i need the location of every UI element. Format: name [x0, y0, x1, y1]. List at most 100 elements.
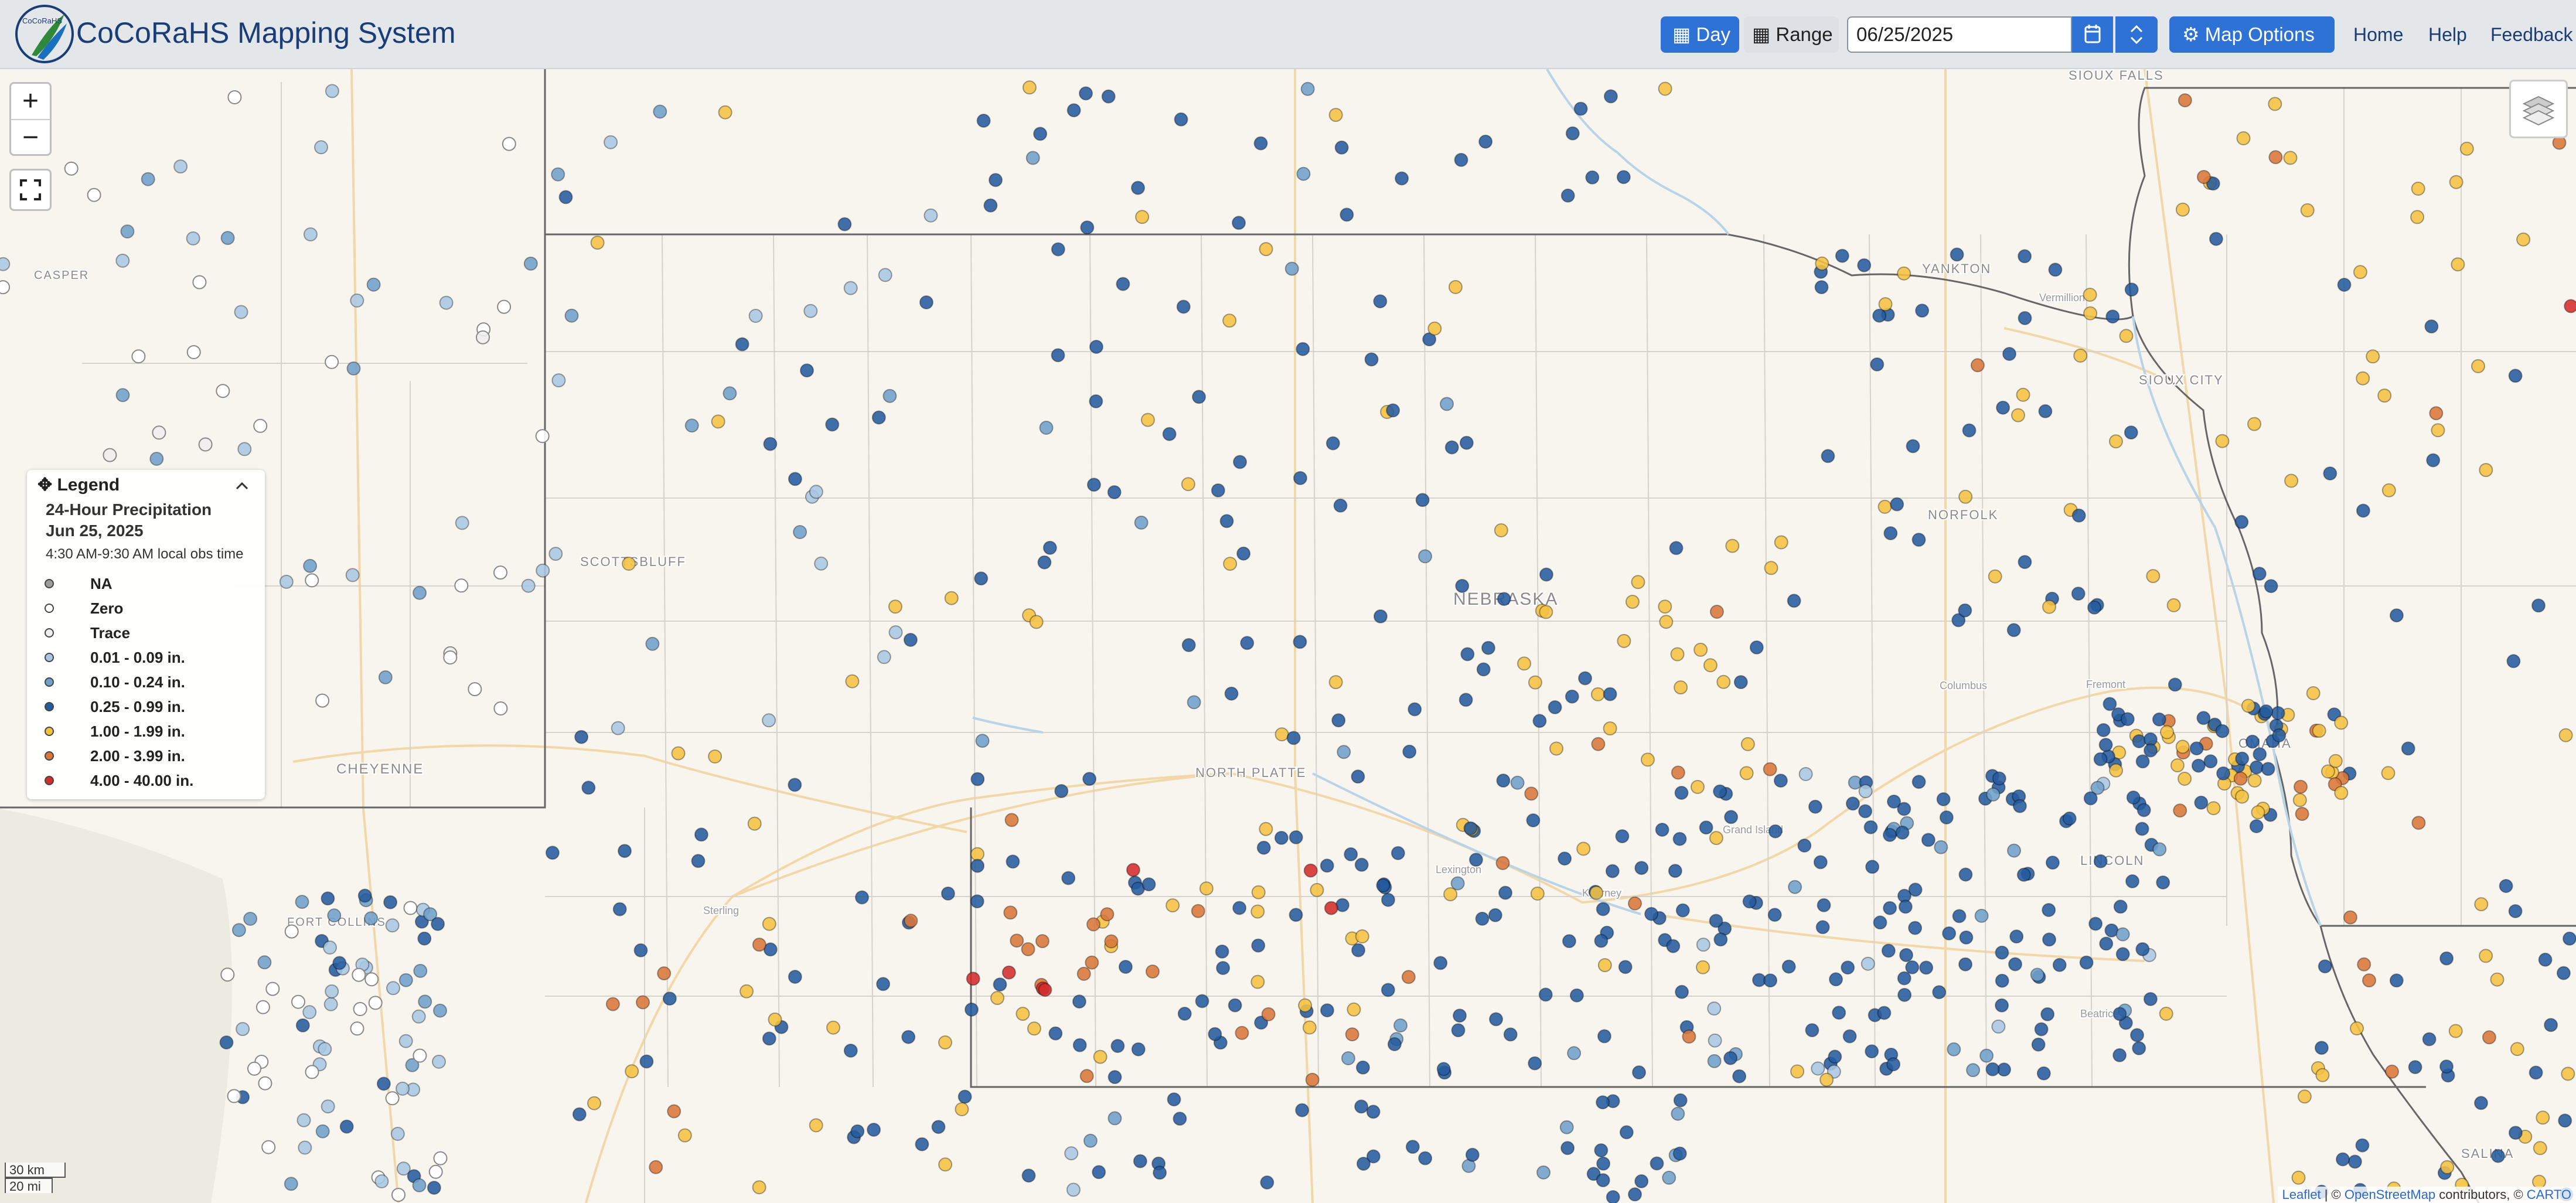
station-marker[interactable] [1489, 1012, 1503, 1027]
station-marker[interactable] [364, 911, 379, 926]
station-marker[interactable] [1061, 871, 1076, 885]
station-marker[interactable] [1567, 1046, 1582, 1061]
carto-link[interactable]: CARTO [2527, 1187, 2571, 1202]
station-marker[interactable] [1628, 1187, 1642, 1202]
station-marker[interactable] [1539, 605, 1553, 619]
station-marker[interactable] [882, 388, 897, 403]
station-marker[interactable] [2429, 406, 2444, 421]
station-marker[interactable] [938, 1157, 953, 1172]
station-marker[interactable] [149, 452, 164, 466]
station-marker[interactable] [1080, 220, 1095, 235]
station-marker[interactable] [545, 846, 560, 860]
station-marker[interactable] [385, 918, 400, 933]
station-marker[interactable] [1054, 784, 1069, 798]
station-marker[interactable] [1674, 680, 1688, 695]
station-marker[interactable] [227, 90, 242, 104]
station-marker[interactable] [2563, 931, 2576, 946]
station-marker[interactable] [243, 912, 258, 926]
station-marker[interactable] [1774, 535, 1788, 550]
station-marker[interactable] [1640, 752, 1655, 767]
station-marker[interactable] [1995, 945, 2009, 960]
station-marker[interactable] [2196, 711, 2211, 725]
nav-help-link[interactable]: Help [2428, 16, 2467, 53]
station-marker[interactable] [220, 967, 235, 982]
station-marker[interactable] [1092, 1165, 1106, 1180]
station-marker[interactable] [1079, 1069, 1094, 1083]
station-marker[interactable] [2471, 359, 2485, 373]
station-marker[interactable] [1177, 1007, 1192, 1021]
station-marker[interactable] [1192, 390, 1206, 404]
station-marker[interactable] [2448, 1024, 2463, 1038]
station-marker[interactable] [1104, 934, 1119, 949]
station-marker[interactable] [1658, 599, 1672, 614]
station-marker[interactable] [2558, 1113, 2572, 1128]
station-marker[interactable] [2482, 1030, 2496, 1045]
station-marker[interactable] [1022, 80, 1037, 95]
station-marker[interactable] [2135, 942, 2150, 956]
station-marker[interactable] [1064, 1146, 1079, 1161]
station-marker[interactable] [788, 472, 802, 486]
station-marker[interactable] [1528, 1056, 1542, 1071]
station-marker[interactable] [1995, 973, 2009, 988]
station-marker[interactable] [723, 386, 737, 401]
station-marker[interactable] [1066, 1182, 1081, 1197]
station-marker[interactable] [752, 938, 766, 952]
station-marker[interactable] [1495, 856, 1510, 870]
station-marker[interactable] [0, 280, 11, 295]
station-marker[interactable] [1215, 944, 1229, 959]
station-marker[interactable] [1768, 824, 1783, 839]
station-marker[interactable] [2268, 97, 2282, 111]
station-marker[interactable] [2152, 842, 2167, 857]
station-marker[interactable] [521, 578, 536, 593]
station-marker[interactable] [1558, 851, 1572, 866]
station-marker[interactable] [1740, 737, 1755, 751]
station-marker[interactable] [2323, 466, 2338, 480]
station-marker[interactable] [391, 1188, 406, 1202]
station-marker[interactable] [788, 970, 802, 984]
date-input[interactable] [1847, 16, 2072, 53]
station-marker[interactable] [2124, 425, 2138, 440]
station-marker[interactable] [2271, 706, 2285, 720]
station-marker[interactable] [1187, 695, 1201, 710]
station-marker[interactable] [2328, 754, 2343, 768]
station-marker[interactable] [877, 650, 891, 664]
station-marker[interactable] [793, 525, 807, 539]
station-marker[interactable] [975, 734, 990, 748]
station-marker[interactable] [1858, 804, 1873, 819]
station-marker[interactable] [1724, 810, 1739, 824]
station-marker[interactable] [103, 448, 117, 462]
station-marker[interactable] [1145, 965, 1160, 979]
station-marker[interactable] [1340, 207, 1354, 222]
station-marker[interactable] [1460, 647, 1475, 662]
station-marker[interactable] [551, 167, 565, 182]
station-marker[interactable] [1003, 905, 1018, 920]
station-marker[interactable] [1274, 830, 1289, 845]
station-marker[interactable] [325, 984, 339, 998]
station-marker[interactable] [1373, 609, 1388, 623]
station-marker[interactable] [1289, 830, 1303, 844]
station-marker[interactable] [237, 442, 252, 456]
station-marker[interactable] [1886, 1057, 1901, 1072]
station-marker[interactable] [1191, 904, 1205, 918]
station-marker[interactable] [1381, 983, 1395, 997]
station-marker[interactable] [888, 625, 903, 640]
station-marker[interactable] [1797, 839, 1812, 853]
station-marker[interactable] [321, 1099, 335, 1114]
station-marker[interactable] [1286, 731, 1301, 745]
station-marker[interactable] [2439, 1059, 2454, 1074]
station-marker[interactable] [2042, 932, 2056, 947]
station-marker[interactable] [1709, 914, 1723, 928]
station-marker[interactable] [1858, 784, 1873, 799]
station-marker[interactable] [1562, 934, 1576, 949]
station-marker[interactable] [1355, 1060, 1370, 1075]
station-marker[interactable] [752, 1180, 766, 1195]
station-marker[interactable] [1100, 907, 1115, 922]
station-marker[interactable] [454, 578, 469, 593]
station-marker[interactable] [1603, 721, 1617, 736]
station-marker[interactable] [2318, 959, 2332, 974]
station-marker[interactable] [1986, 787, 2001, 802]
station-marker[interactable] [295, 1018, 310, 1032]
station-marker[interactable] [258, 1076, 272, 1090]
station-marker[interactable] [762, 916, 776, 931]
station-marker[interactable] [1565, 126, 1580, 141]
